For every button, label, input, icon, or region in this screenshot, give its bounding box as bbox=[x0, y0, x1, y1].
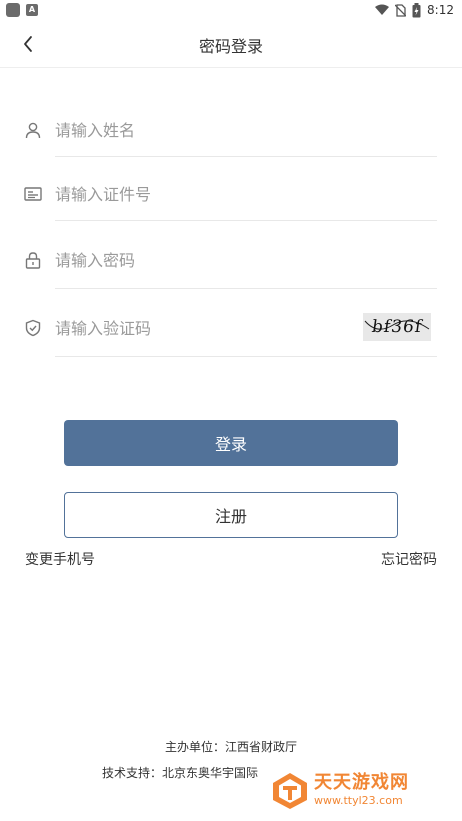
sponsor-text: 主办单位：江西省财政厅 bbox=[164, 740, 297, 754]
no-sim-icon bbox=[395, 3, 407, 17]
tech-support-text: 技术支持：北京东奥华宇国际 bbox=[102, 766, 258, 780]
id-number-input[interactable] bbox=[55, 180, 375, 208]
app-square-icon bbox=[6, 3, 20, 17]
battery-charging-icon bbox=[412, 2, 421, 17]
watermark: 天天游戏网 www.ttyl23.com bbox=[270, 770, 409, 810]
notification-a-icon: A bbox=[26, 4, 38, 16]
status-bar: A 8:12 bbox=[0, 0, 462, 20]
status-time: 8:12 bbox=[427, 3, 454, 17]
name-row bbox=[0, 100, 462, 160]
password-row bbox=[0, 230, 462, 290]
watermark-url: www.ttyl23.com bbox=[314, 794, 403, 807]
user-icon bbox=[24, 121, 42, 139]
register-button[interactable]: 注册 bbox=[64, 492, 398, 538]
captcha-input[interactable] bbox=[55, 314, 345, 342]
password-divider bbox=[55, 288, 437, 289]
change-phone-link[interactable]: 变更手机号 bbox=[25, 549, 95, 569]
watermark-title: 天天游戏网 bbox=[314, 772, 409, 793]
id-number-row bbox=[0, 164, 462, 224]
password-input[interactable] bbox=[55, 246, 375, 274]
shield-check-icon bbox=[24, 319, 42, 337]
forgot-password-link[interactable]: 忘记密码 bbox=[381, 549, 437, 569]
nav-header: 密码登录 bbox=[0, 20, 462, 68]
login-screen: A 8:12 密码登录 请输入姓名 请输入证件号 请输入验证码 bf36f 登录… bbox=[0, 0, 462, 821]
captcha-text: bf36f bbox=[370, 317, 424, 337]
wifi-icon bbox=[375, 4, 390, 15]
captcha-divider bbox=[55, 356, 437, 357]
id-number-divider bbox=[55, 220, 437, 221]
lock-icon bbox=[24, 251, 42, 269]
page-title: 密码登录 bbox=[198, 37, 263, 56]
name-divider bbox=[55, 156, 437, 157]
login-button[interactable]: 登录 bbox=[64, 420, 398, 466]
watermark-logo-icon bbox=[273, 773, 307, 809]
captcha-image[interactable]: bf36f bbox=[363, 313, 431, 341]
name-input[interactable] bbox=[55, 116, 375, 144]
status-icons: 8:12 bbox=[375, 1, 454, 19]
id-card-icon bbox=[24, 185, 42, 203]
